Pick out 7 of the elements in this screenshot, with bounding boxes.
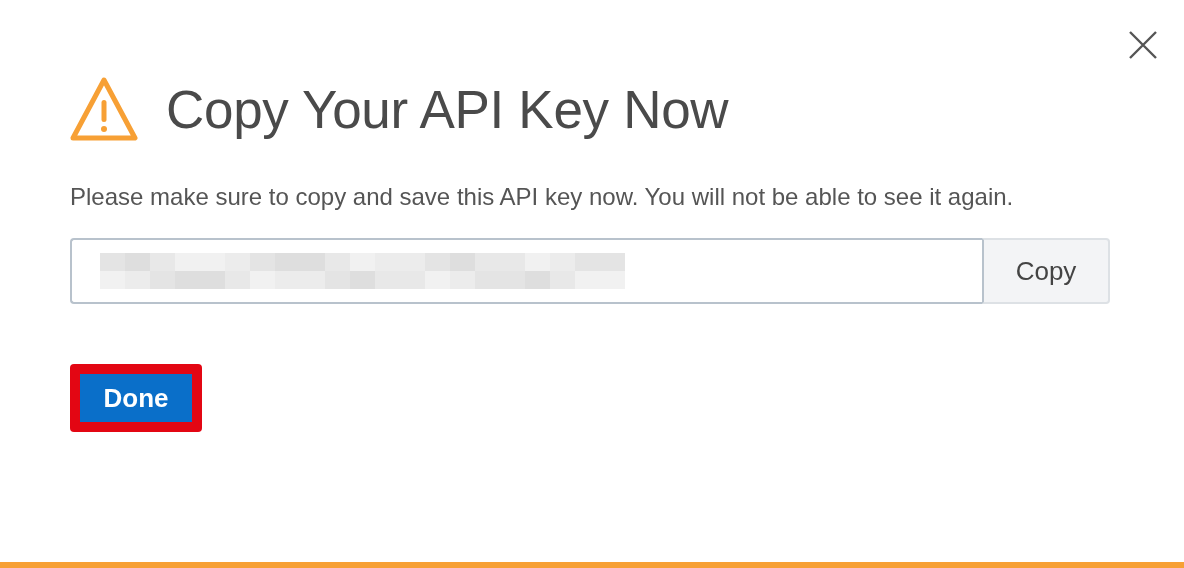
- warning-icon: [70, 76, 138, 142]
- copy-button[interactable]: Copy: [982, 238, 1110, 304]
- message-text: Please make sure to copy and save this API key now. You will not be able to see it again.: [70, 182, 1015, 212]
- api-key-field[interactable]: [70, 238, 982, 304]
- close-icon[interactable]: [1128, 30, 1158, 60]
- dialog-title: Copy Your API Key Now: [166, 78, 729, 140]
- done-button[interactable]: Done: [80, 374, 192, 422]
